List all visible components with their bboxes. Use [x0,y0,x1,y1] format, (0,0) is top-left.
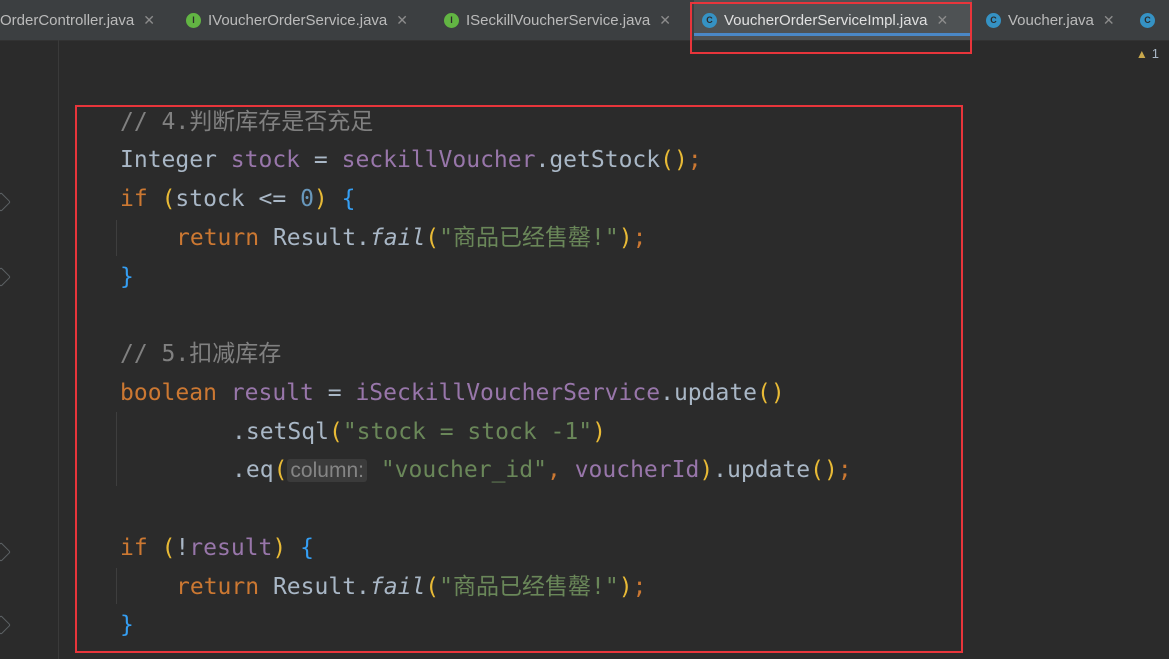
tab-order-controller[interactable]: OrderController.java ✕ [0,0,174,40]
close-icon[interactable]: ✕ [659,12,671,29]
tab-ivoucher-order-service[interactable]: I IVoucherOrderService.java ✕ [186,0,430,40]
fold-marker-icon[interactable] [0,267,11,287]
gutter-divider [58,40,59,659]
close-icon[interactable]: ✕ [1103,12,1115,29]
code-highlight-box [75,105,963,653]
interface-icon: I [444,12,459,28]
tab-overflow[interactable]: C [1140,0,1169,40]
warning-count: 1 [1151,46,1159,61]
tab-label: ISeckillVoucherService.java [466,11,651,29]
fold-marker-icon[interactable] [0,542,11,562]
active-tab-highlight [690,2,972,54]
tab-label: OrderController.java [0,11,135,29]
class-icon: C [1140,12,1155,28]
close-icon[interactable]: ✕ [396,12,408,29]
tab-label: Voucher.java [1008,11,1094,29]
interface-icon: I [186,12,201,28]
tab-label: IVoucherOrderService.java [208,11,388,29]
fold-marker-icon[interactable] [0,192,11,212]
close-icon[interactable]: ✕ [143,12,155,29]
editor-tab-bar: OrderController.java ✕ I IVoucherOrderSe… [0,0,1169,41]
class-icon: C [986,12,1001,28]
inspection-widget[interactable]: ▲ 1 [1136,46,1159,61]
warning-icon: ▲ [1135,46,1148,61]
fold-marker-icon[interactable] [0,615,11,635]
tab-voucher[interactable]: C Voucher.java ✕ [986,0,1126,40]
tab-iseckill-voucher-service[interactable]: I ISeckillVoucherService.java ✕ [444,0,688,40]
